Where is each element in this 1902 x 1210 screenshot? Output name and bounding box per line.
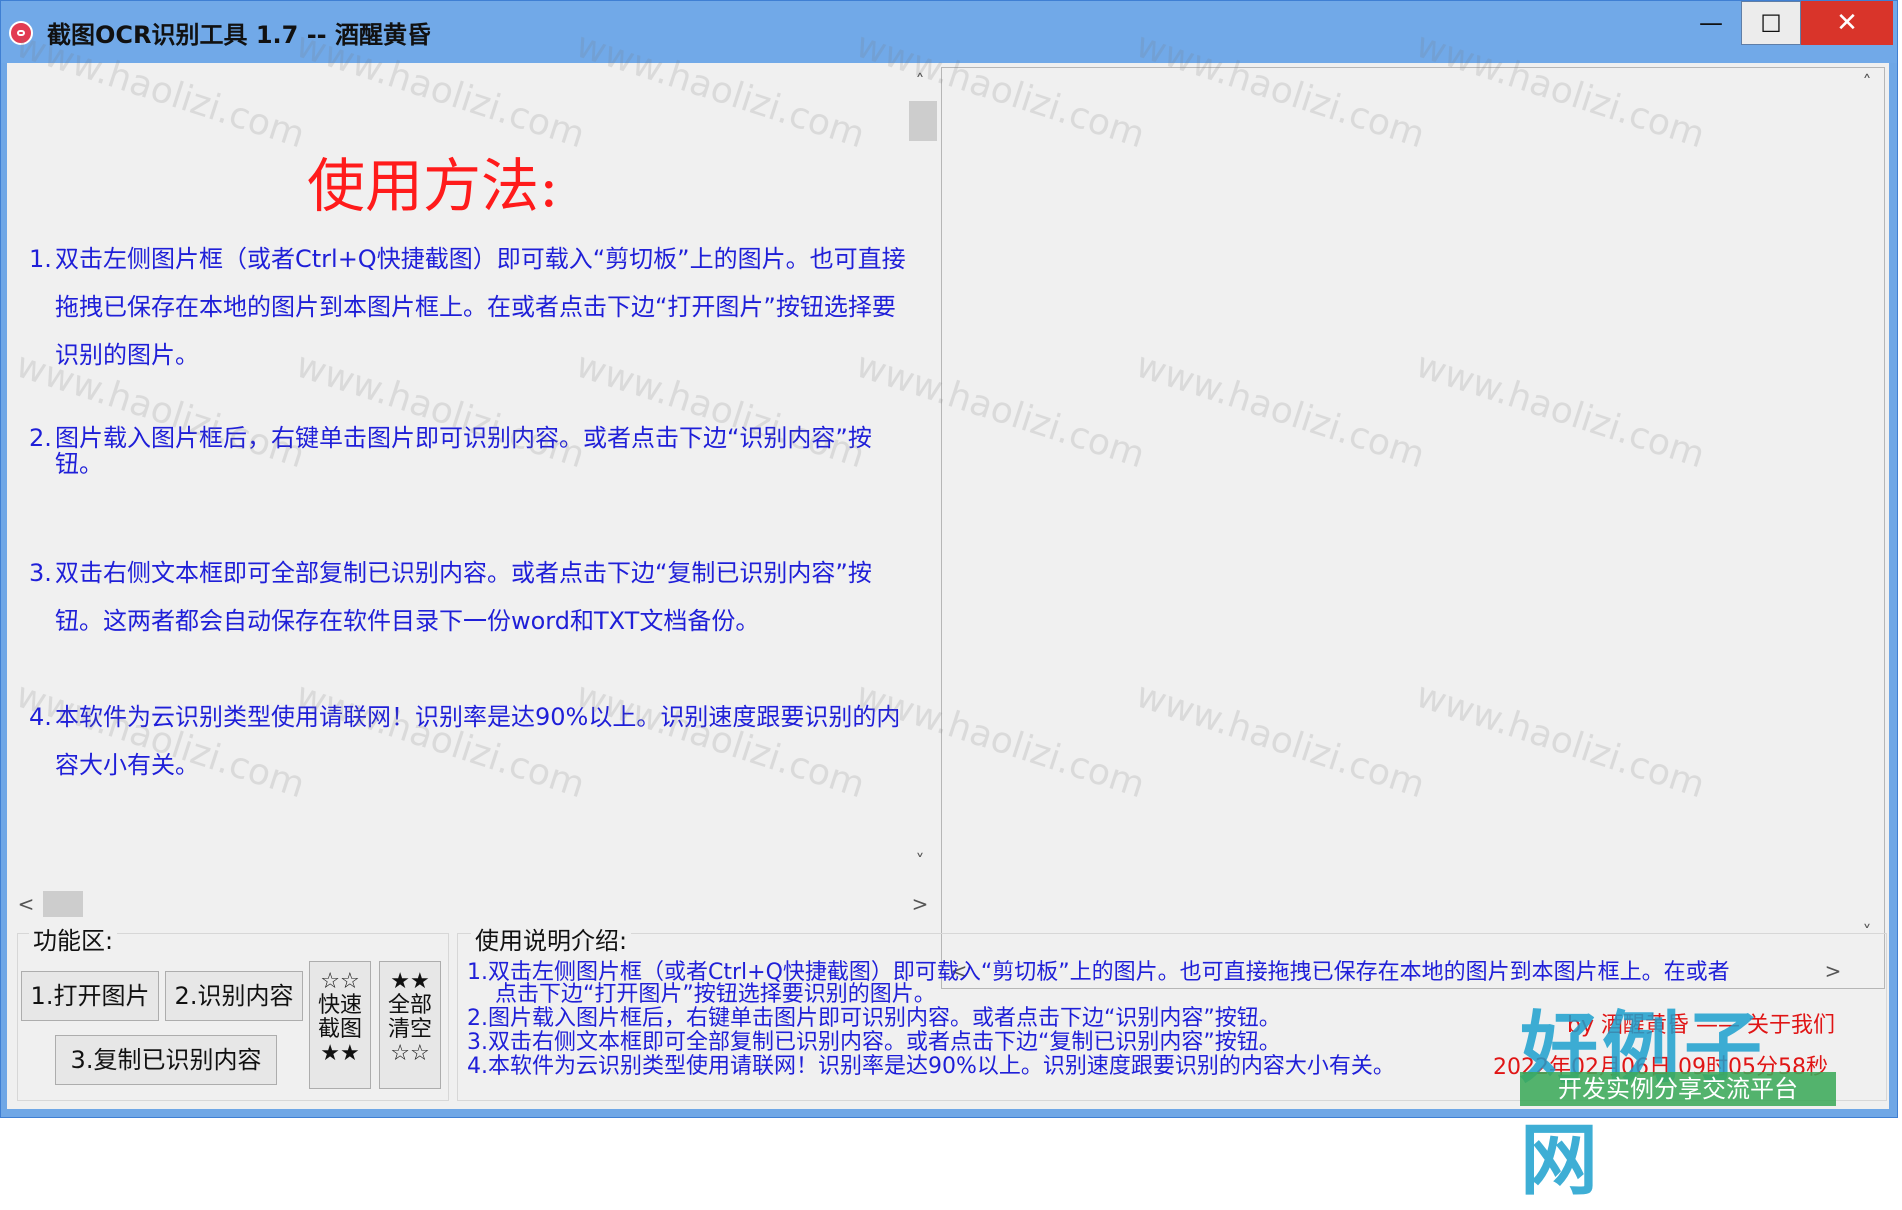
scroll-thumb[interactable] <box>909 101 937 141</box>
help-heading: 使用方法: <box>307 152 559 220</box>
help-item: 4. 本软件为云识别类型使用请联网！识别率是达90%以上。识别速度跟要识别的内容… <box>29 693 909 789</box>
close-button[interactable]: ✕ <box>1801 1 1893 45</box>
quick-capture-line: ☆☆ <box>320 969 360 994</box>
client-area: 使用方法: 1. 双击左侧图片框（或者Ctrl+Q快捷截图）即可载入“剪切板”上… <box>7 63 1889 1109</box>
clear-all-line: ★★ <box>390 969 430 994</box>
function-group-label: 功能区: <box>29 921 118 956</box>
help-item-number: 2. <box>29 424 52 452</box>
site-logo: 好例子网 开发实例分享交流平台 <box>1520 986 1836 1206</box>
title-bar[interactable]: 截图OCR识别工具 1.7 -- 酒醒黄昏 — ☐ ✕ <box>1 1 1897 63</box>
copy-recognized-button[interactable]: 3.复制已识别内容 <box>55 1035 277 1085</box>
open-image-button[interactable]: 1.打开图片 <box>21 971 159 1021</box>
result-text-box[interactable]: ˄ ˅ < > <box>941 67 1885 989</box>
quick-capture-line: ★★ <box>320 1041 360 1066</box>
help-item: 3. 双击右侧文本框即可全部复制已识别内容。或者点击下边“复制已识别内容”按钮。… <box>29 549 909 645</box>
clear-all-button[interactable]: ★★ 全部 清空 ☆☆ <box>379 961 441 1089</box>
maximize-button[interactable]: ☐ <box>1741 1 1801 45</box>
scroll-down-arrow-icon[interactable]: ˅ <box>905 847 935 877</box>
help-item-number: 3. <box>29 559 52 587</box>
scroll-left-arrow-icon[interactable]: < <box>11 889 41 919</box>
help-item: 1. 双击左侧图片框（或者Ctrl+Q快捷截图）即可载入“剪切板”上的图片。也可… <box>29 235 909 379</box>
scroll-up-arrow-icon[interactable]: ˄ <box>905 67 935 97</box>
description-line: 点击下边“打开图片”按钮选择要识别的图片。 <box>495 982 936 1007</box>
site-logo-subtitle: 开发实例分享交流平台 <box>1520 1072 1836 1106</box>
clear-all-line: 清空 <box>387 1017 432 1042</box>
help-item-number: 4. <box>29 703 52 731</box>
clear-all-line: 全部 <box>387 993 432 1018</box>
minimize-button[interactable]: — <box>1681 1 1741 45</box>
image-vscrollbar[interactable]: ˄ ˅ <box>905 67 937 877</box>
recognize-content-button[interactable]: 2.识别内容 <box>165 971 303 1021</box>
help-item: 2. 图片载入图片框后，右键单击图片即可识别内容。或者点击下边“识别内容”按钮。 <box>29 425 909 477</box>
image-box[interactable]: 使用方法: 1. 双击左侧图片框（或者Ctrl+Q快捷截图）即可载入“剪切板”上… <box>7 67 939 987</box>
quick-capture-button[interactable]: ☆☆ 快速 截图 ★★ <box>309 961 371 1089</box>
help-item-number: 1. <box>29 245 52 273</box>
result-text-area[interactable] <box>942 68 1852 956</box>
camera-icon <box>9 21 33 45</box>
help-item-text: 图片载入图片框后，右键单击图片即可识别内容。或者点击下边“识别内容”按钮。 <box>55 424 872 478</box>
quick-capture-line: 截图 <box>317 1017 362 1042</box>
scroll-thumb[interactable] <box>43 891 83 917</box>
description-line: 4.本软件为云识别类型使用请联网！识别率是达90%以上。识别速度跟要识别的内容大… <box>467 1054 1395 1079</box>
help-item-text: 本软件为云识别类型使用请联网！识别率是达90%以上。识别速度跟要识别的内容大小有… <box>55 703 901 779</box>
scroll-up-arrow-icon[interactable]: ˄ <box>1852 68 1882 98</box>
description-line: 2.图片载入图片框后，右键单击图片即可识别内容。或者点击下边“识别内容”按钮。 <box>467 1006 1281 1031</box>
help-item-text: 双击右侧文本框即可全部复制已识别内容。或者点击下边“复制已识别内容”按钮。这两者… <box>55 559 872 635</box>
description-group-label: 使用说明介绍: <box>471 921 632 956</box>
scroll-right-arrow-icon[interactable]: > <box>905 889 935 919</box>
description-line: 3.双击右侧文本框即可全部复制已识别内容。或者点击下边“复制已识别内容”按钮。 <box>467 1030 1281 1055</box>
quick-capture-line: 快速 <box>317 993 362 1018</box>
window-title: 截图OCR识别工具 1.7 -- 酒醒黄昏 <box>47 21 431 49</box>
app-window: 截图OCR识别工具 1.7 -- 酒醒黄昏 — ☐ ✕ 使用方法: 1. 双击左… <box>0 0 1898 1118</box>
image-hscrollbar[interactable]: < > <box>7 889 939 919</box>
help-item-text: 双击左侧图片框（或者Ctrl+Q快捷截图）即可载入“剪切板”上的图片。也可直接拖… <box>55 245 906 369</box>
clear-all-line: ☆☆ <box>390 1041 430 1066</box>
result-vscrollbar[interactable]: ˄ ˅ <box>1852 68 1882 956</box>
